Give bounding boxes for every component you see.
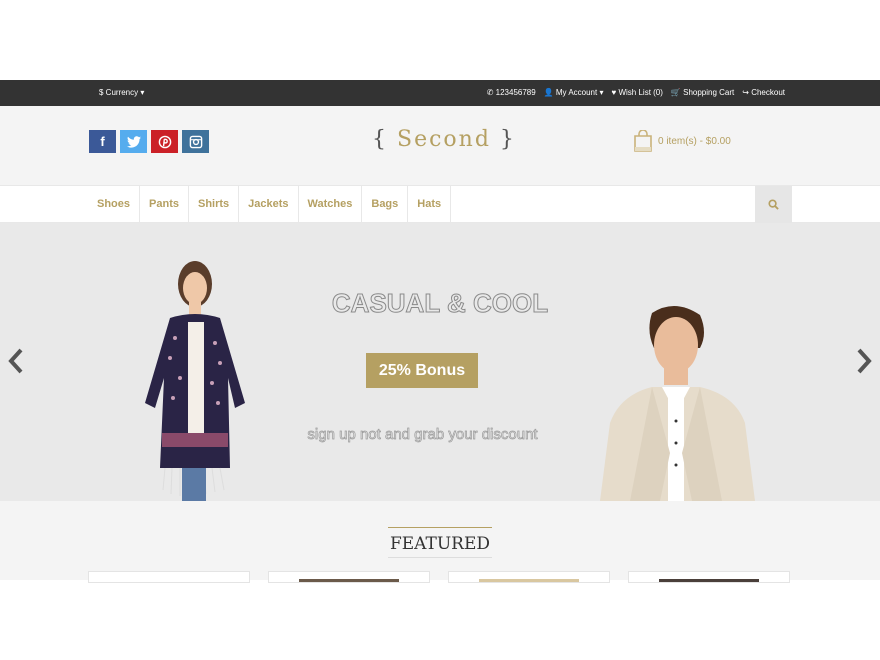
site-logo[interactable]: { Second }: [372, 127, 516, 152]
phone-label: 123456789: [495, 88, 536, 97]
featured-section: FEATURED: [0, 501, 880, 583]
top-bar: $ Currency ▾ ✆ 123456789 👤 My Account ▾ …: [0, 80, 880, 106]
product-image-top: [299, 579, 399, 582]
product-card[interactable]: [268, 571, 430, 583]
bonus-button[interactable]: 25% Bonus: [366, 353, 478, 388]
currency-dropdown[interactable]: $ Currency ▾: [99, 88, 144, 97]
chevron-left-icon[interactable]: [8, 348, 24, 374]
social-links: f: [89, 130, 209, 153]
logo-text: Second: [397, 127, 491, 152]
checkout-link[interactable]: ↪ Checkout: [742, 88, 785, 97]
currency-label: Currency: [105, 88, 139, 97]
my-account-link[interactable]: 👤 My Account ▾: [544, 88, 604, 97]
cart-label: Shopping Cart: [683, 88, 735, 97]
search-button[interactable]: [755, 186, 792, 223]
search-icon: [768, 199, 779, 210]
main-nav: Shoes Pants Shirts Jackets Watches Bags …: [0, 185, 880, 223]
top-links: ✆ 123456789 👤 My Account ▾ ♥ Wish List (…: [487, 88, 785, 97]
twitter-icon[interactable]: [120, 130, 147, 153]
pinterest-icon[interactable]: [151, 130, 178, 153]
hero-slider: CASUAL & COOL 25% Bonus sign up not and …: [0, 223, 880, 501]
nav-item-shirts[interactable]: Shirts: [189, 186, 240, 223]
shopping-bag-icon: [634, 130, 652, 152]
nav-item-watches[interactable]: Watches: [299, 186, 363, 223]
phone-link[interactable]: ✆ 123456789: [487, 88, 536, 97]
product-image-top: [659, 579, 759, 582]
nav-item-hats[interactable]: Hats: [408, 186, 452, 223]
wishlist-link[interactable]: ♥ Wish List (0): [611, 88, 662, 97]
hero-subtitle: sign up not and grab your discount: [307, 426, 538, 444]
facebook-icon[interactable]: f: [89, 130, 116, 153]
featured-heading: FEATURED: [388, 527, 492, 558]
hero-title: CASUAL & COOL: [331, 288, 549, 319]
nav-item-jackets[interactable]: Jackets: [239, 186, 299, 223]
product-card[interactable]: [88, 571, 250, 583]
product-image-top: [479, 579, 579, 582]
instagram-icon[interactable]: [182, 130, 209, 153]
product-card[interactable]: [448, 571, 610, 583]
nav-item-bags[interactable]: Bags: [362, 186, 409, 223]
product-cards: [88, 571, 790, 583]
product-card[interactable]: [628, 571, 790, 583]
wishlist-label: Wish List (0): [618, 88, 663, 97]
cart-summary: 0 item(s) - $0.00: [658, 135, 731, 147]
nav-item-shoes[interactable]: Shoes: [88, 186, 141, 223]
man-model-image: [600, 305, 755, 501]
header-cart[interactable]: 0 item(s) - $0.00: [634, 130, 731, 152]
chevron-right-icon[interactable]: [856, 348, 872, 374]
site-header: f { Second } 0 item(s) - $0.00: [0, 106, 880, 185]
account-label: My Account: [555, 88, 598, 97]
shopping-cart-link[interactable]: 🛒 Shopping Cart: [671, 88, 734, 97]
checkout-label: Checkout: [751, 88, 785, 97]
nav-item-pants[interactable]: Pants: [140, 186, 189, 223]
